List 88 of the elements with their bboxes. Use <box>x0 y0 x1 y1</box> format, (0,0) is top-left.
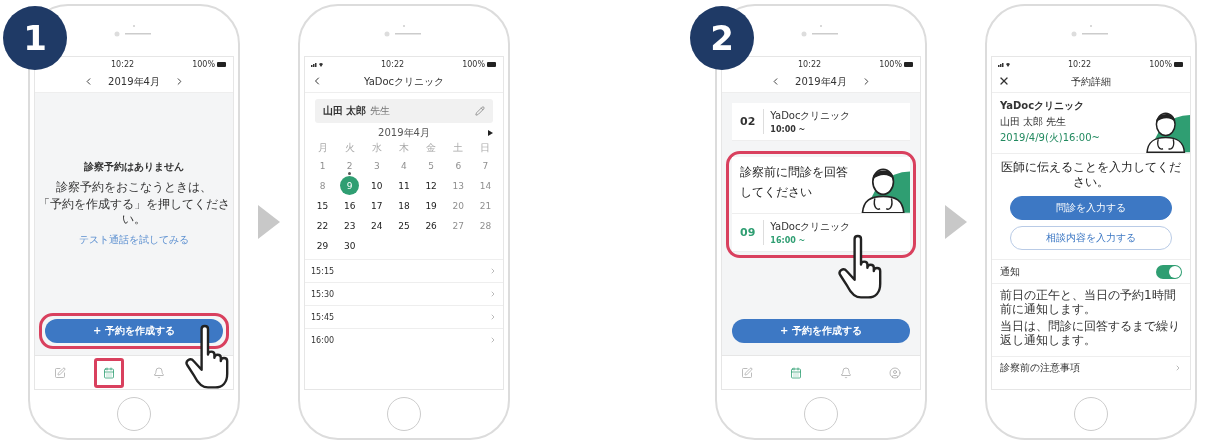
appointment-card[interactable]: 02 YaDocクリニック 10:00 ~ <box>732 103 910 141</box>
appointment-datetime: 2019/4/9(火)16:00~ <box>1000 131 1100 145</box>
battery-level: 100% <box>1149 59 1172 69</box>
edit-icon <box>740 366 753 379</box>
calendar-day[interactable]: 17 <box>367 196 387 215</box>
battery-level: 100% <box>192 59 215 69</box>
step-badge: 1 <box>3 6 67 70</box>
calendar-day[interactable]: 25 <box>394 216 414 235</box>
clinic-name: YaDocクリニック <box>1000 99 1086 113</box>
consultation-button[interactable]: 相談内容を入力する <box>1010 226 1172 250</box>
weekday-label: 金 <box>425 141 438 155</box>
doctor-name: 山田 太郎 <box>323 104 367 118</box>
signal-icon <box>311 61 323 67</box>
calendar-icon <box>790 366 803 379</box>
bell-icon <box>152 366 165 379</box>
calendar-tab[interactable] <box>94 357 125 388</box>
bell-icon <box>839 366 852 379</box>
appointment-time: 10:00 ~ <box>770 125 807 134</box>
month-title: 2019年4月 <box>378 126 430 140</box>
calendar-day[interactable]: 29 <box>313 236 333 255</box>
calendar-day[interactable]: 23 <box>340 216 360 235</box>
calendar-day[interactable]: 11 <box>394 176 414 195</box>
weekday-label: 水 <box>370 141 383 155</box>
calendar-day[interactable]: 30 <box>340 236 360 255</box>
battery-level: 100% <box>879 59 902 69</box>
weekday-label: 月 <box>316 141 329 155</box>
calendar-day[interactable]: 19 <box>421 196 441 215</box>
edit-icon <box>53 366 66 379</box>
notification-label: 通知 <box>1000 264 1020 279</box>
status-time: 10:22 <box>798 59 822 69</box>
battery-level: 100% <box>462 59 485 69</box>
notification-toggle[interactable] <box>1156 264 1182 279</box>
empty-description: 診察予約をおこなうときは、 <box>56 179 212 195</box>
edit-icon[interactable] <box>475 106 485 116</box>
empty-description: 「予約を作成する」を押してください。 <box>37 196 231 227</box>
weekday-label: 日 <box>479 141 492 155</box>
next-month-icon[interactable] <box>488 130 493 136</box>
chevron-right-icon <box>489 267 497 275</box>
instruction-text: 医師に伝えることを入力してください。 <box>1000 159 1182 191</box>
battery-icon <box>1174 61 1184 67</box>
appointment-day: 02 <box>740 115 756 128</box>
chevron-right-icon <box>489 336 497 344</box>
step-badge: 2 <box>690 6 754 70</box>
doctor-field[interactable]: 山田 太郎 先生 <box>315 99 493 123</box>
battery-icon <box>217 61 227 67</box>
appointment-day: 09 <box>740 226 756 239</box>
battery-icon <box>904 61 914 67</box>
next-arrow-icon <box>945 205 967 239</box>
calendar-day[interactable]: 22 <box>313 216 333 235</box>
create-appointment-button[interactable]: + 予約を作成する <box>732 319 910 343</box>
signal-icon <box>998 61 1010 67</box>
clinic-title: YaDocクリニック <box>363 74 445 89</box>
doctor-name: 山田 太郎 先生 <box>1000 115 1068 129</box>
calendar-day[interactable]: 10 <box>367 176 387 195</box>
calendar-day[interactable]: 18 <box>394 196 414 215</box>
calendar-icon <box>103 366 116 379</box>
doctor-honorific: 先生 <box>370 104 392 118</box>
create-appointment-button[interactable]: + 予約を作成する <box>45 319 223 343</box>
weekday-label: 木 <box>398 141 410 155</box>
status-time: 10:22 <box>111 59 135 69</box>
empty-title: 診察予約はありません <box>84 159 184 174</box>
month-title: 2019年4月 <box>795 74 847 89</box>
battery-icon <box>487 61 497 67</box>
calendar-day[interactable]: 16 <box>340 196 360 215</box>
calendar-day[interactable]: 12 <box>421 176 441 195</box>
clinic-name: YaDocクリニック <box>770 220 851 234</box>
screen-title: 予約詳細 <box>1071 74 1111 89</box>
close-icon[interactable] <box>998 75 1010 87</box>
calendar-day[interactable]: 24 <box>367 216 387 235</box>
next-arrow-icon <box>258 205 280 239</box>
questionnaire-prompt: してください <box>740 184 813 201</box>
weekday-label: 土 <box>452 141 465 155</box>
questionnaire-prompt: 診察前に問診を回答 <box>740 164 848 181</box>
status-time: 10:22 <box>381 59 405 69</box>
status-time: 10:22 <box>1068 59 1092 69</box>
chevron-right-icon <box>489 290 497 298</box>
notification-note: 当日は、問診に回答するまで繰り返し通知します。 <box>1000 318 1181 348</box>
appointment-time: 16:00 ~ <box>770 236 807 245</box>
questionnaire-button[interactable]: 問診を入力する <box>1010 196 1172 220</box>
user-icon <box>889 366 902 379</box>
month-title: 2019年4月 <box>108 74 160 89</box>
chevron-right-icon <box>489 313 497 321</box>
chevron-right-icon <box>1174 364 1182 373</box>
weekday-label: 火 <box>343 141 356 155</box>
clinic-name: YaDocクリニック <box>770 109 851 123</box>
calendar-day[interactable]: 15 <box>313 196 333 215</box>
calendar-day[interactable]: 26 <box>421 216 441 235</box>
notification-note: 前日の正午と、当日の予約1時間前に通知します。 <box>1000 288 1177 317</box>
